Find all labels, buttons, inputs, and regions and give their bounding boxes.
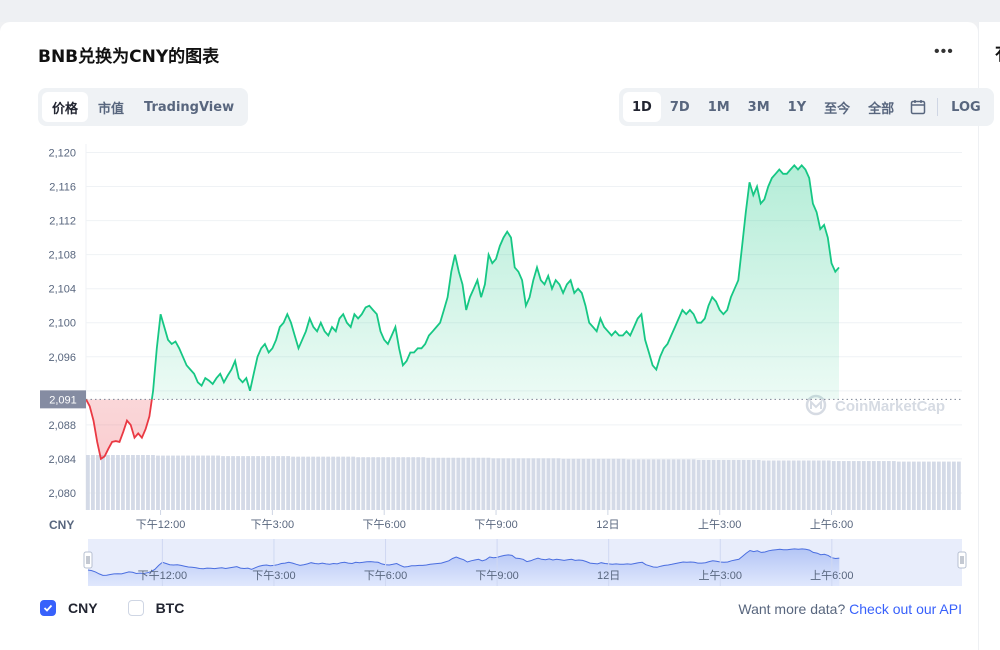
- top-strip: [0, 0, 1000, 22]
- log-scale-toggle[interactable]: LOG: [942, 92, 990, 122]
- range-1d[interactable]: 1D: [623, 92, 661, 122]
- legend-cny-label: CNY: [68, 600, 98, 616]
- right-column-heading: 有: [995, 40, 1000, 66]
- range-3m[interactable]: 3M: [739, 92, 779, 122]
- tab-price[interactable]: 价格: [42, 92, 89, 122]
- view-tabs: 价格 市值 TradingView: [38, 88, 249, 126]
- legend-btc-label: BTC: [155, 600, 185, 616]
- range-1y[interactable]: 1Y: [779, 92, 815, 122]
- btc-checkbox[interactable]: [127, 600, 144, 616]
- check-icon: [43, 604, 53, 612]
- legend-cny[interactable]: CNY: [40, 600, 98, 616]
- api-link[interactable]: Check out our API: [849, 601, 962, 617]
- range-divider: [937, 98, 939, 116]
- api-promo: Want more data? Check out our API: [738, 601, 962, 617]
- tab-market-cap[interactable]: 市值: [88, 92, 134, 122]
- calendar-icon[interactable]: [903, 92, 933, 122]
- api-prefix: Want more data?: [738, 601, 846, 617]
- page-title: BNB兑换为CNY的图表: [38, 47, 220, 67]
- range-tabs: 1D 7D 1M 3M 1Y 至今 全部 LOG: [619, 88, 994, 126]
- range-ytd[interactable]: 至今: [815, 92, 859, 122]
- range-1m[interactable]: 1M: [699, 92, 739, 122]
- range-7d[interactable]: 7D: [661, 92, 699, 122]
- tab-tradingview[interactable]: TradingView: [134, 92, 244, 122]
- legend-btc[interactable]: BTC: [127, 600, 185, 616]
- range-all[interactable]: 全部: [859, 92, 903, 122]
- more-options-button[interactable]: •••: [934, 44, 954, 60]
- series-legend: CNY BTC: [40, 600, 214, 616]
- cny-checkbox[interactable]: [40, 600, 56, 616]
